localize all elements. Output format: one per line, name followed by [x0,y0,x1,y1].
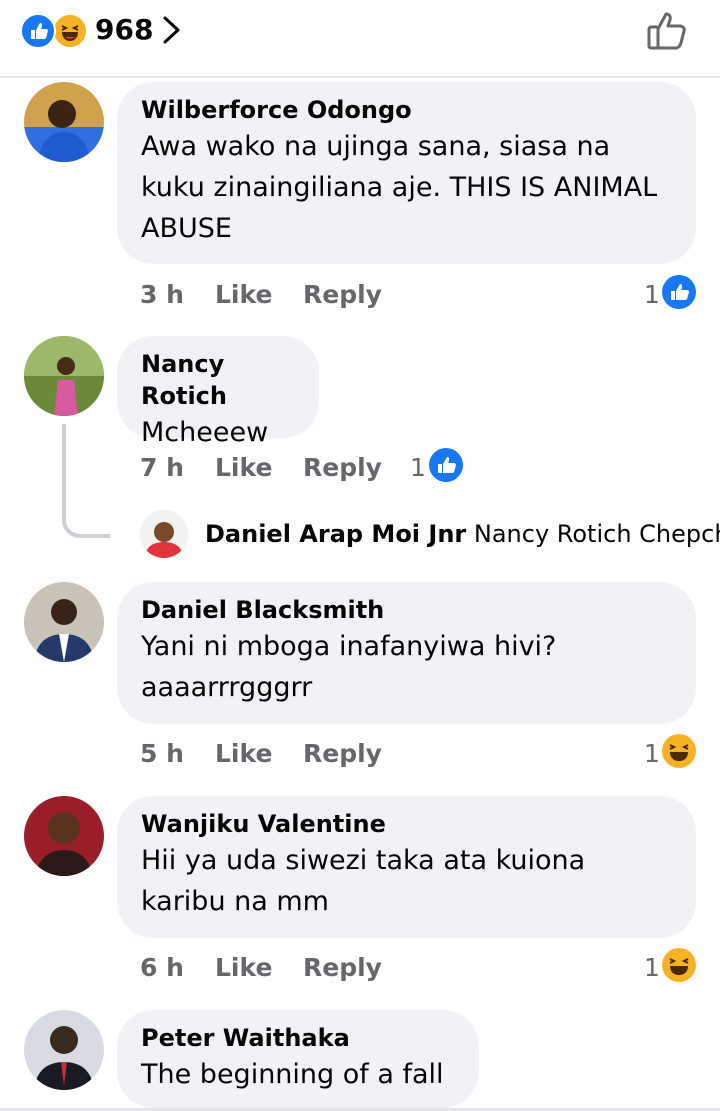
avatar[interactable] [140,510,188,558]
haha-icon [662,948,696,982]
avatar[interactable] [24,1010,104,1090]
comment-text: Mcheeew [141,417,269,448]
comment-author[interactable]: Wilberforce Odongo [141,94,672,126]
reply-button[interactable]: Reply [303,952,382,984]
haha-icon [662,734,696,768]
reaction-count[interactable]: 968 [95,12,153,48]
reaction-count[interactable]: 1 [410,452,426,484]
like-icon [662,275,696,309]
comment-bubble: Peter Waithaka The beginning of a fall [117,1010,479,1108]
like-post-icon[interactable] [644,8,690,52]
comment-time[interactable]: 5 h [140,738,184,770]
comment-time[interactable]: 6 h [140,952,184,984]
comment-bubble: Nancy Rotich Mcheeew [117,336,319,448]
comment-bubble: Wanjiku Valentine Hii ya uda siwezi taka… [117,796,696,938]
reply-button[interactable]: Reply [303,452,382,484]
comment-author[interactable]: Nancy Rotich [141,348,295,412]
like-button[interactable]: Like [215,952,272,984]
comment-time[interactable]: 3 h [140,279,184,311]
comment-author[interactable]: Wanjiku Valentine [141,808,672,840]
reactions-bar[interactable]: 968 [0,0,720,78]
avatar[interactable] [24,796,104,876]
like-button[interactable]: Like [215,738,272,770]
like-icon [429,448,463,482]
view-reply-link[interactable]: Daniel Arap Moi Jnr Nancy Rotich Chepch.… [205,517,720,551]
reply-button[interactable]: Reply [303,738,382,770]
thread-connector [62,424,110,538]
reply-button[interactable]: Reply [303,279,382,311]
reply-author[interactable]: Daniel Arap Moi Jnr [205,520,466,548]
reaction-count[interactable]: 1 [644,952,660,984]
comment-bubble: Daniel Blacksmith Yani ni mboga inafanyi… [117,582,696,724]
haha-reaction-icon [52,13,88,49]
avatar[interactable] [24,582,104,662]
reaction-count[interactable]: 1 [644,279,660,311]
like-button[interactable]: Like [215,279,272,311]
comment-time[interactable]: 7 h [140,452,184,484]
comment-bubble: Wilberforce Odongo Awa wako na ujinga sa… [117,82,696,264]
avatar[interactable] [24,336,104,416]
reaction-count[interactable]: 1 [644,738,660,770]
reply-text: Nancy Rotich Chepch... [473,520,720,548]
avatar[interactable] [24,82,104,162]
comment-text: Yani ni mboga inafanyiwa hivi? aaaarrrgg… [141,631,557,703]
like-reaction-icon [20,13,56,49]
like-button[interactable]: Like [215,452,272,484]
comment-text: The beginning of a fall [141,1059,444,1090]
chevron-right-icon[interactable] [160,12,184,48]
comment-author[interactable]: Daniel Blacksmith [141,594,672,626]
comment-author[interactable]: Peter Waithaka [141,1022,455,1054]
comment-text: Awa wako na ujinga sana, siasa na kuku z… [141,131,658,244]
comment-text: Hii ya uda siwezi taka ata kuiona karibu… [141,845,586,917]
